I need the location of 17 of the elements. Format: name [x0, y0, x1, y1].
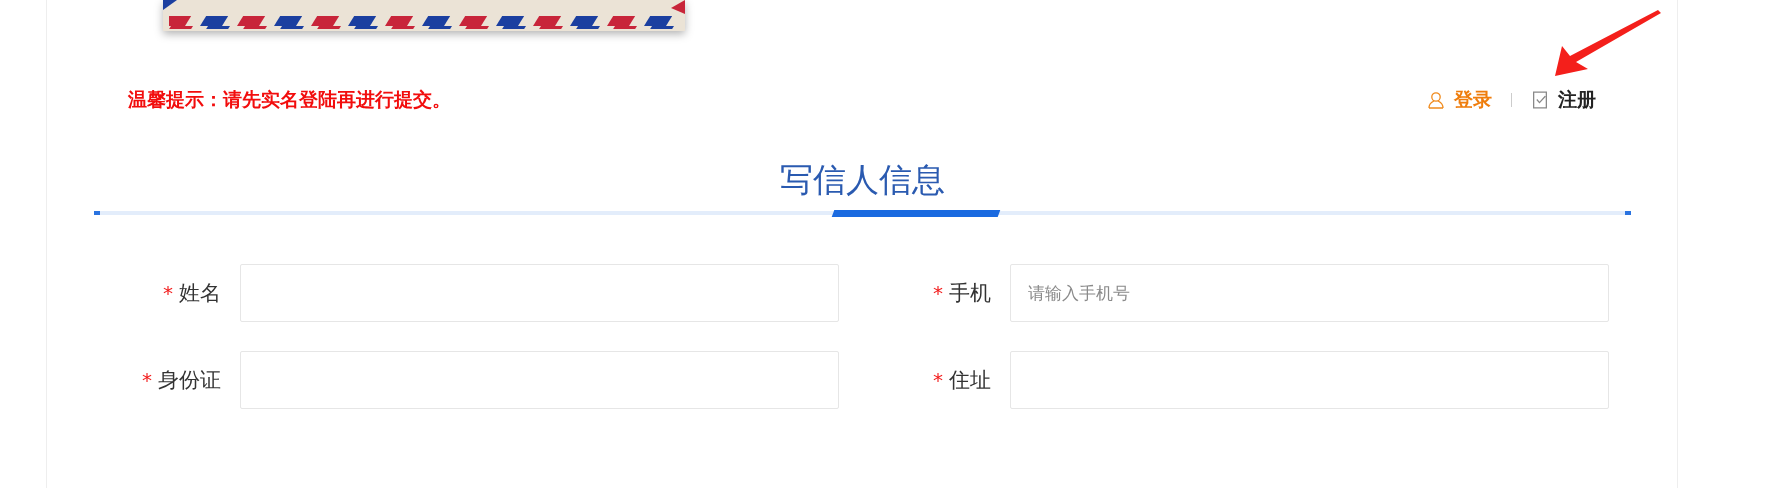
- field-label: 姓名: [179, 280, 221, 307]
- register-link[interactable]: 注册: [1558, 87, 1596, 113]
- input-field[interactable]: 请输入手机号: [1010, 264, 1609, 322]
- required-mark: *: [142, 368, 152, 392]
- user-icon: [1428, 91, 1444, 109]
- section-title: 写信人信息: [778, 159, 946, 201]
- required-mark: *: [163, 281, 173, 305]
- notice-text: 温馨提示：请先实名登陆再进行提交。: [128, 87, 451, 112]
- field-label: 住址: [949, 367, 991, 394]
- input-field[interactable]: [240, 264, 839, 322]
- input-field[interactable]: [1010, 351, 1609, 409]
- document-icon: [1532, 91, 1548, 109]
- input-field[interactable]: [240, 351, 839, 409]
- field-label: 身份证: [158, 367, 221, 394]
- field-label: 手机: [949, 280, 991, 307]
- required-mark: *: [933, 281, 943, 305]
- required-mark: *: [933, 368, 943, 392]
